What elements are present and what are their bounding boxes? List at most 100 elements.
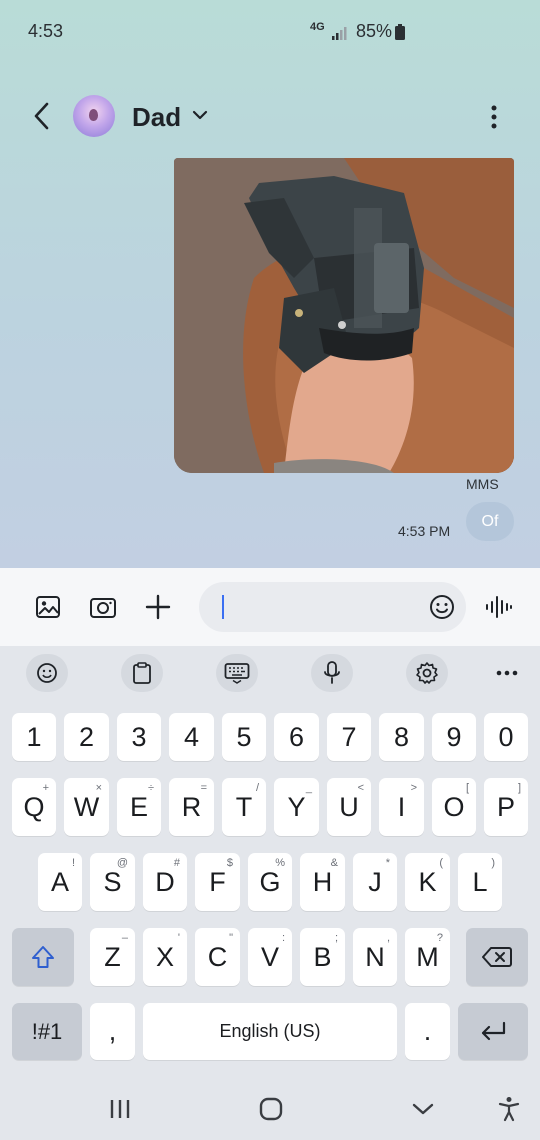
key-x[interactable]: ' X (143, 928, 187, 986)
gallery-icon (36, 596, 60, 618)
accessibility-icon (498, 1097, 520, 1122)
recents-button[interactable] (100, 1094, 140, 1124)
clipboard-icon (133, 662, 151, 684)
gallery-button[interactable] (33, 592, 63, 622)
key-v[interactable]: :V (248, 928, 292, 986)
space-bar[interactable]: English (US) (143, 1003, 397, 1060)
symbols-key[interactable]: !#1 (12, 1003, 82, 1060)
more-tools-button[interactable] (486, 654, 528, 692)
key-j[interactable]: * J (353, 853, 397, 911)
key-d[interactable]: # D (143, 853, 187, 911)
voice-record-button[interactable] (484, 592, 514, 622)
recents-icon (110, 1100, 130, 1118)
key-s[interactable]: @ S (90, 853, 135, 911)
text-caret (222, 595, 224, 619)
clipboard-button[interactable] (121, 654, 163, 692)
home-button[interactable] (251, 1094, 291, 1124)
shift-key[interactable] (12, 928, 74, 986)
camera-icon (90, 598, 116, 618)
status-bar: 4:53 4G 85% (0, 0, 540, 64)
add-attachment-button[interactable] (143, 592, 173, 622)
back-button[interactable] (26, 100, 56, 132)
key-o[interactable]: [O (432, 778, 476, 836)
key-c[interactable]: " C (195, 928, 240, 986)
voice-input-button[interactable] (311, 654, 353, 692)
key-k[interactable]: (K (405, 853, 450, 911)
emoji-button[interactable] (429, 594, 455, 620)
plus-icon (145, 594, 171, 620)
voice-icon (486, 596, 512, 618)
key-7[interactable]: 7 (327, 713, 371, 761)
key-h[interactable]: & H (300, 853, 345, 911)
nav-back-button[interactable] (403, 1094, 443, 1124)
boot-photo (174, 158, 514, 473)
shift-icon (32, 946, 54, 968)
key-q[interactable]: + Q (12, 778, 56, 836)
key-6[interactable]: 6 (274, 713, 319, 761)
keyboard: 1 2 3 4 5 6 7 8 9 0 + Q × W ÷ E = R / T _ Y < U… (0, 646, 540, 1140)
key-r[interactable]: = R (169, 778, 214, 836)
battery-level: 85% (356, 21, 393, 41)
conversation-header: Dad (0, 84, 540, 148)
key-w[interactable]: × W (64, 778, 109, 836)
backspace-key[interactable] (466, 928, 528, 986)
image-attachment[interactable] (174, 158, 514, 473)
network-type: 4G (310, 21, 325, 33)
keyboard-icon (224, 663, 250, 684)
key-m[interactable]: ? M (405, 928, 450, 986)
key-u[interactable]: < U (327, 778, 371, 836)
key-5[interactable]: 5 (222, 713, 266, 761)
comma-key[interactable]: , (90, 1003, 135, 1060)
key-2[interactable]: 2 (64, 713, 109, 761)
chevron-down-icon[interactable] (192, 108, 208, 126)
key-n[interactable]: ,N (353, 928, 397, 986)
message-timestamp: 4:53 PM (398, 523, 451, 539)
composer-bar (0, 568, 540, 646)
keyboard-mode-button[interactable] (216, 654, 258, 692)
back-nav-icon (412, 1103, 434, 1115)
backspace-icon (482, 947, 512, 967)
key-8[interactable]: 8 (379, 713, 424, 761)
back-arrow-icon (34, 102, 49, 130)
camera-button[interactable] (88, 592, 118, 622)
key-0[interactable]: 0 (484, 713, 528, 761)
keyboard-settings-button[interactable] (406, 654, 448, 692)
key-3[interactable]: 3 (117, 713, 161, 761)
more-options-button[interactable] (482, 102, 506, 132)
key-t[interactable]: / T (222, 778, 266, 836)
key-4[interactable]: 4 (169, 713, 214, 761)
key-z[interactable]: – Z (90, 928, 135, 986)
key-e[interactable]: ÷ E (117, 778, 161, 836)
emoji-icon (430, 595, 454, 619)
keyboard-toolbar (0, 646, 540, 702)
key-y[interactable]: _ Y (274, 778, 319, 836)
battery-icon (395, 24, 405, 45)
mic-icon (324, 661, 340, 684)
key-i[interactable]: > I (379, 778, 424, 836)
system-nav-bar (0, 1078, 540, 1140)
key-b[interactable]: ; B (300, 928, 345, 986)
contact-avatar[interactable] (73, 95, 115, 137)
gear-icon (416, 662, 438, 684)
key-g[interactable]: % G (248, 853, 292, 911)
key-a[interactable]: ! A (38, 853, 82, 911)
sticker-button[interactable] (26, 654, 68, 692)
accessibility-button[interactable] (489, 1094, 529, 1124)
key-1[interactable]: 1 (12, 713, 56, 761)
key-p[interactable]: ] P (484, 778, 528, 836)
message-text: Of (481, 512, 499, 530)
period-key[interactable]: . (405, 1003, 450, 1060)
key-l[interactable]: ) L (458, 853, 502, 911)
conversation-area: 4:53 4G 85% Dad MMS 4:53 PM Of (0, 0, 540, 568)
key-9[interactable]: 9 (432, 713, 476, 761)
enter-key[interactable] (458, 1003, 528, 1060)
contact-name[interactable]: Dad (132, 102, 181, 133)
sticker-icon (37, 663, 57, 683)
status-time: 4:53 (28, 21, 64, 41)
more-vert-icon (491, 105, 497, 129)
home-icon (259, 1097, 283, 1121)
key-f[interactable]: $ F (195, 853, 240, 911)
message-bubble[interactable]: Of (466, 502, 514, 541)
message-input[interactable] (199, 582, 466, 632)
attachment-type-label: MMS (466, 476, 499, 492)
